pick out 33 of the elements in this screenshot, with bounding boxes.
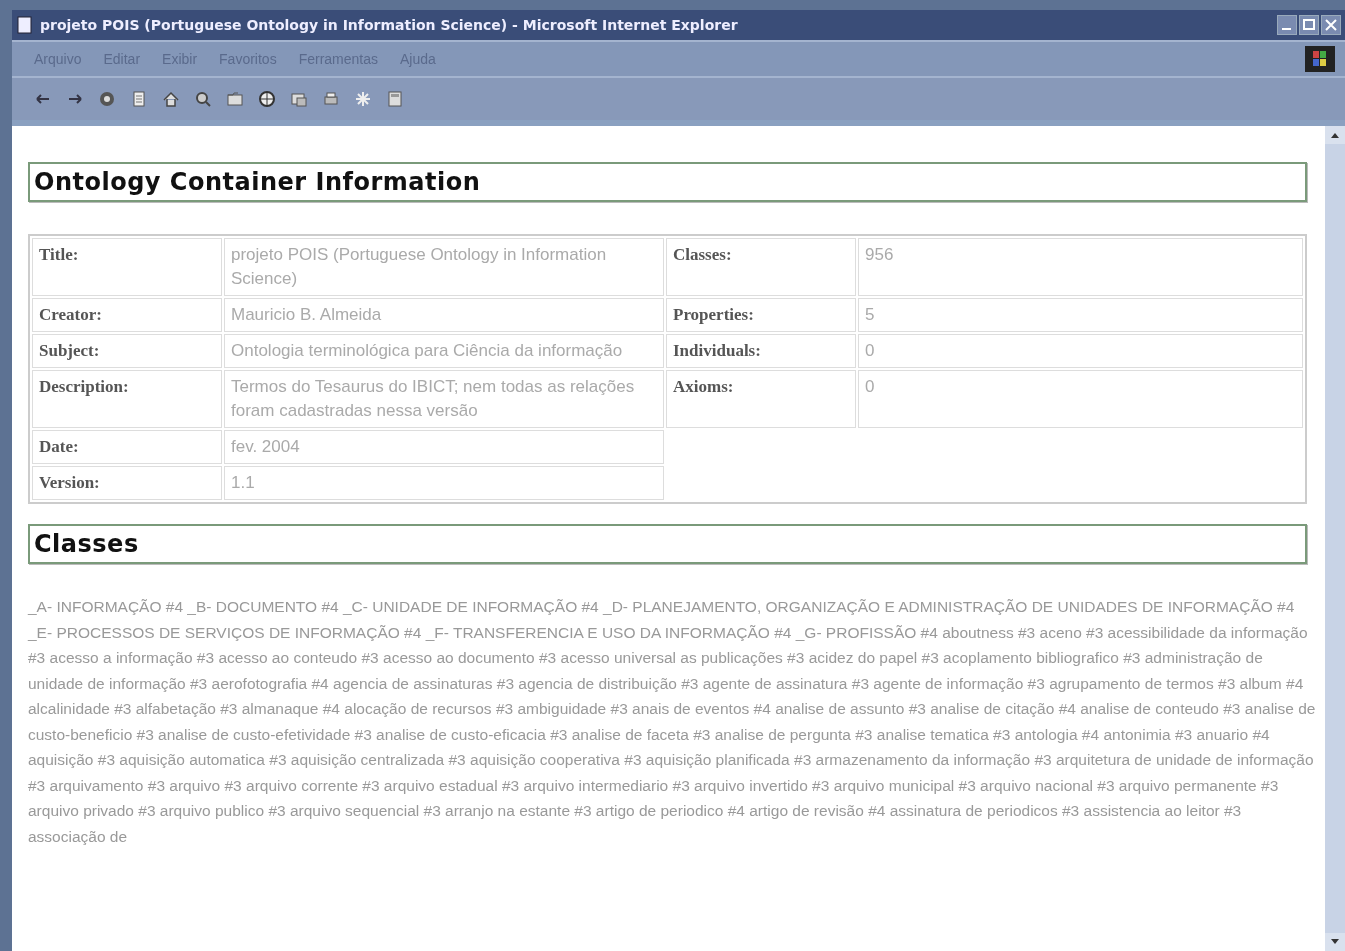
field-label: Title: [32,238,222,296]
field-value: Mauricio B. Almeida [224,298,664,332]
class-list-paragraph: _A- INFORMAÇÃO #4 _B- DOCUMENTO #4 _C- UNIDADE DE INFORMAÇÃO #4 _D- PLANEJAMENTO, ORGANIZAÇÃO E ADMINISTRAÇÃO DE UNIDADES DE INFORMAÇÃO #4 _E- PROCESSOS DE SERVIÇOS DE INFORMAÇÃO #4 _F- TRANSFERENCIA E USO DA INFORMAÇÃO #4 _G- PROFISSÃO #4 aboutness #3 aceno #3 acessibilidade da informação #3 acesso a informação #3 acesso ao conteudo #3 acesso ao documento #3 acesso universal as publicações #3 acidez do papel #3 acoplamento bibliografico #3 administração de unidade de informação #3 aerofotografia #4 agencia de assinaturas #3 agencia de distribuição #3 agente de assinatura #3 agente de informação #3 agrupamento de termos #3 album #4 alcalinidade #3 alfabetação #3 almanaque #4 alocação de recursos #3 ambiguidade #3 anais de eventos #4 analise de assunto #3 analise de citação #4 analise de conteudo #3 analise de custo-beneficio #3 analise de custo-efetividade #3 analise de custo-eficacia #3 analise de faceta #3 analise de pergunta #3 analise tematica #3 antologia #4 antonimia #3 anuario #4 aquisição #3 aquisição automatica #3 aquisição centralizada #3 aquisição cooperativa #3 aquisição planificada #3 armazenamento da informação #3 arquitetura de unidade de informação #3 arquivamento #3 arquivo #3 arquivo corrente #3 arquivo estadual #3 arquivo intermediario #3 arquivo invertido #3 arquivo municipal #3 arquivo nacional #3 arquivo permanente #3 arquivo privado #3 arquivo publico #3 arquivo sequencial #3 arranjo na estante #3 artigo de periodico #4 artigo de revisão #4 assinatura de periodicos #3 assistencia ao leitor #3 associação de [28,597,1317,847]
field-label: Axioms: [666,370,856,428]
field-value: Termos do Tesaurus do IBICT; nem todas as relações foram cadastradas nessa versão [224,370,664,428]
field-value: 5 [858,298,1303,332]
field-value: 0 [858,334,1303,368]
field-value: Ontologia terminológica para Ciência da informação [224,334,664,368]
section-heading: Ontology Container Information [28,162,1307,202]
scroll-up-icon[interactable] [1325,126,1345,144]
field-label: Creator: [32,298,222,332]
field-value: 0 [858,370,1303,428]
field-value: projeto POIS (Portuguese Ontology in Information Science) [224,238,664,296]
maximize-icon[interactable] [1299,15,1319,35]
windows-flag-icon [1305,46,1335,72]
field-value: fev. 2004 [224,430,664,464]
field-label: Properties: [666,298,856,332]
globe-icon[interactable] [256,88,278,110]
field-label: Version: [32,466,222,500]
field-label: Individuals: [666,334,856,368]
field-label: Subject: [32,334,222,368]
field-value: 1.1 [224,466,664,500]
field-value: 956 [858,238,1303,296]
window-title: projeto POIS (Portuguese Ontology in Information Science) - Microsoft Internet Explorer [40,17,739,33]
close-icon[interactable] [1321,15,1341,35]
field-label: Description: [32,370,222,428]
section-heading: Classes [28,524,1307,564]
field-label: Date: [32,430,222,464]
browser-page-icon [16,16,34,34]
scrollbar[interactable] [1325,126,1345,951]
field-label: Classes: [666,238,856,296]
minimize-icon[interactable] [1277,15,1297,35]
scroll-down-icon[interactable] [1325,933,1345,951]
